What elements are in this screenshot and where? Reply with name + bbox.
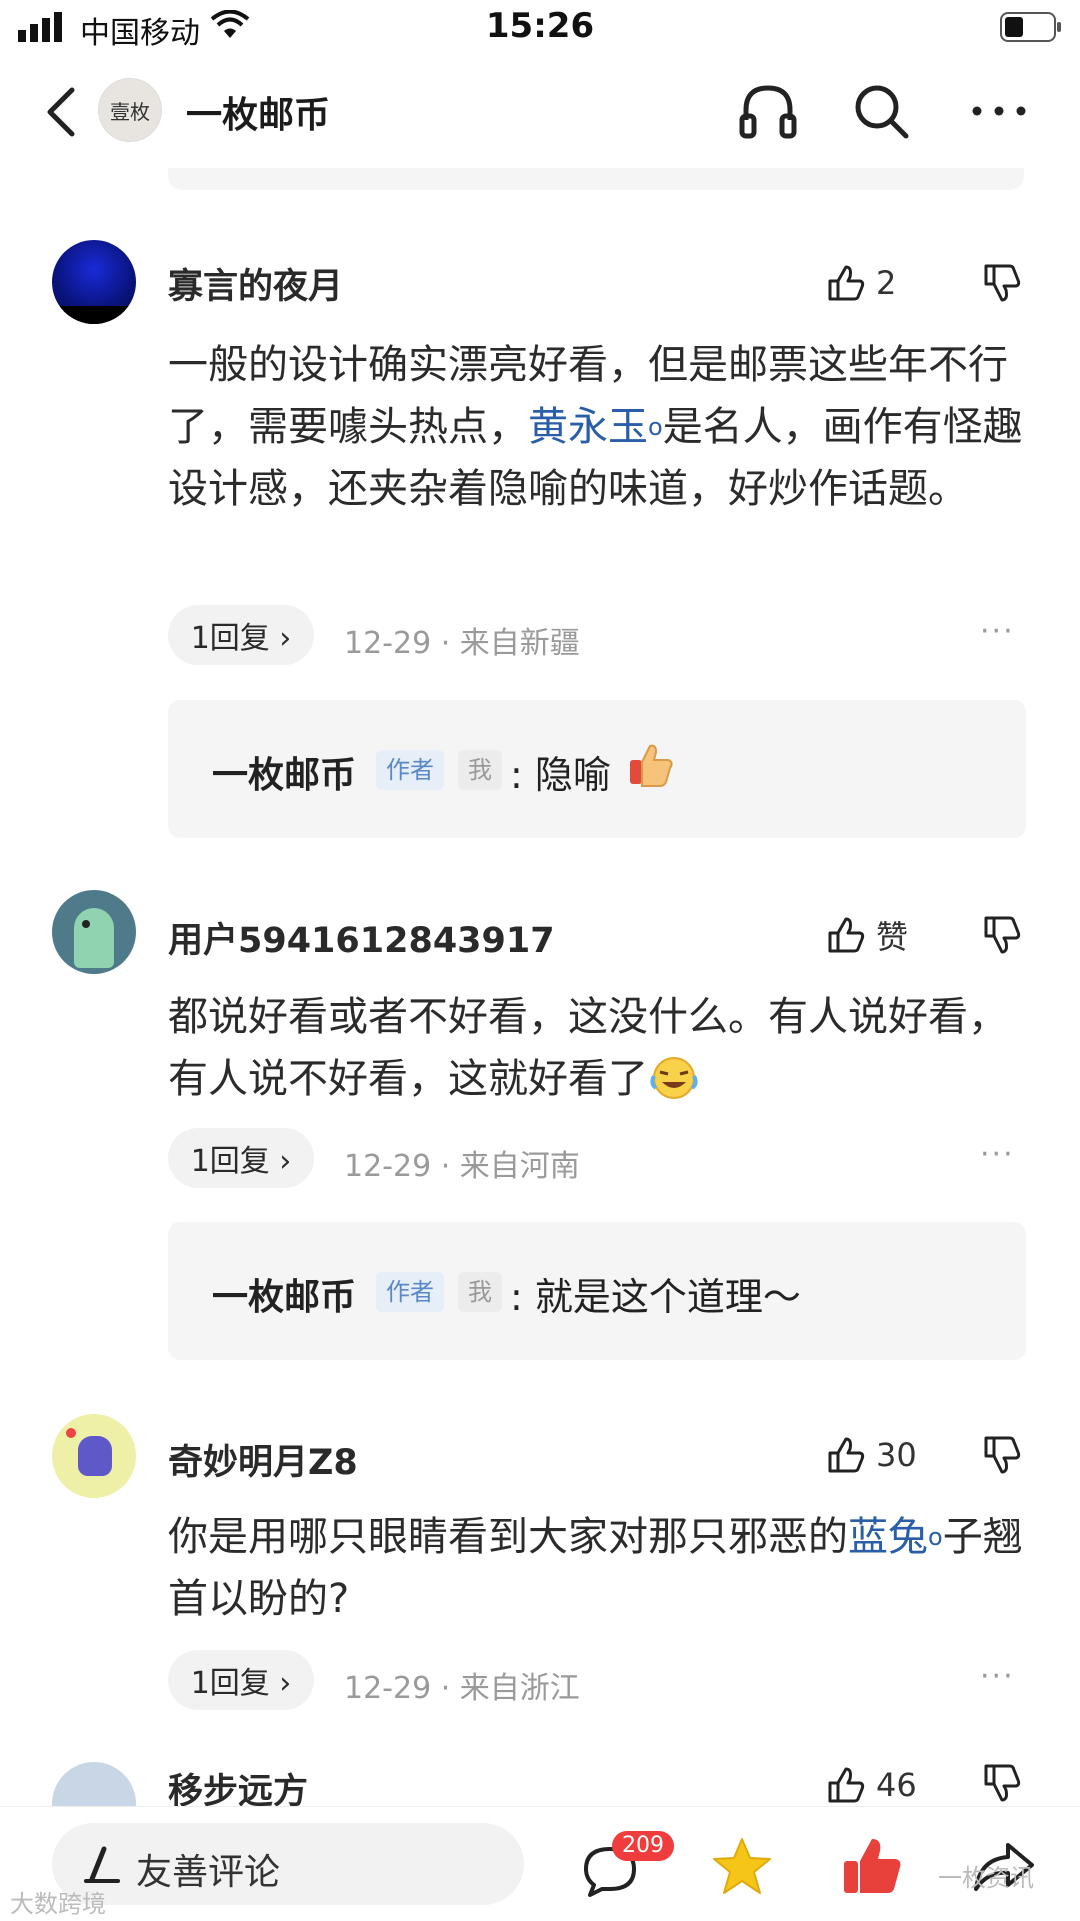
reply-username: 一枚邮币 [212, 1277, 357, 1318]
avatar[interactable] [52, 890, 136, 974]
watermark-right: 一枚资讯 [938, 1864, 1034, 1892]
reply-preview[interactable]: 一枚邮币 作者 我 : 就是这个道理～ [168, 1222, 1026, 1360]
back-icon[interactable] [42, 86, 78, 138]
like-icon[interactable] [842, 1835, 904, 1897]
comment-meta: 12-29 · 来自河南 [344, 1149, 580, 1184]
comment-meta: 12-29 · 来自新疆 [344, 626, 580, 661]
thumbs-down-icon[interactable] [982, 262, 1026, 306]
reply-preview[interactable]: 一枚邮币 作者 我 : 隐喻 [168, 700, 1026, 838]
like-button[interactable]: 46 [826, 1760, 936, 1810]
avatar[interactable] [52, 1414, 136, 1498]
account-avatar[interactable]: 壹枚 [98, 78, 162, 142]
comment-more-icon[interactable]: ··· [980, 614, 1015, 649]
like-button[interactable]: 30 [826, 1430, 936, 1480]
author-tag: 作者 [376, 750, 444, 790]
comment-text-part: 都说好看或者不好看，这没什么。有人说好看，有人说不好看，这就好看了 [168, 994, 1008, 1102]
clock: 15:26 [485, 6, 595, 46]
previous-card-edge [168, 168, 1024, 190]
status-bar: 中国移动 15:26 [0, 0, 1080, 56]
comment-username[interactable]: 用户5941612843917 [168, 912, 555, 963]
star-icon[interactable] [710, 1835, 774, 1897]
avatar[interactable] [52, 1762, 136, 1806]
like-button[interactable]: 赞 [826, 910, 936, 960]
headphones-icon[interactable] [738, 82, 798, 140]
comment-text: 都说好看或者不好看，这没什么。有人说好看，有人说不好看，这就好看了 [168, 986, 1028, 1110]
me-tag: 我 [458, 1272, 502, 1312]
reply-text: : 隐喻 [510, 753, 611, 797]
battery-icon [1000, 12, 1061, 42]
thumbs-up-icon [828, 265, 865, 301]
thumbs-down-icon[interactable] [982, 914, 1026, 958]
replies-button[interactable]: 1回复 › [168, 1650, 314, 1710]
thumbs-down-icon[interactable] [982, 1762, 1026, 1806]
comment-text: 一般的设计确实漂亮好看，但是邮票这些年不行了，需要噱头热点，黄永玉𝗈是名人，画作… [168, 334, 1028, 520]
reply-username: 一枚邮币 [212, 755, 357, 796]
avatar[interactable] [52, 240, 136, 324]
comment-username[interactable]: 寡言的夜月 [168, 258, 343, 309]
search-icon[interactable] [852, 82, 910, 140]
top-nav-bar: 壹枚 一枚邮币 [0, 60, 1080, 160]
watermark-left: 大数跨境 [10, 1890, 106, 1918]
entity-link-text: 蓝兔 [848, 1514, 928, 1560]
account-avatar-text: 壹枚 [110, 99, 150, 124]
search-icon: 𝗈 [928, 1523, 943, 1551]
thumbs-up-emoji-icon [630, 744, 673, 787]
entity-link[interactable]: 蓝兔𝗈 [848, 1514, 943, 1560]
comment-meta: 12-29 · 来自浙江 [344, 1671, 580, 1706]
thumbs-down-icon[interactable] [982, 1434, 1026, 1478]
pen-icon [84, 1846, 120, 1883]
me-tag: 我 [458, 750, 502, 790]
thumbs-up-icon [828, 1767, 865, 1803]
thumbs-up-icon [828, 917, 865, 953]
replies-button[interactable]: 1回复 › [168, 605, 314, 665]
comment-input-placeholder: 友善评论 [136, 1852, 281, 1893]
bottom-action-bar: 友善评论 209 [0, 1806, 1080, 1921]
comment-more-icon[interactable]: ··· [980, 1659, 1015, 1694]
replies-button[interactable]: 1回复 › [168, 1128, 314, 1188]
comment-text: 你是用哪只眼睛看到大家对那只邪恶的蓝兔𝗈子翘首以盼的? [168, 1506, 1028, 1630]
like-count: 赞 [876, 918, 909, 956]
comment-count-badge: 209 [612, 1831, 674, 1861]
comment-text-part: 你是用哪只眼睛看到大家对那只邪恶的 [168, 1514, 848, 1560]
reply-text: : 就是这个道理～ [510, 1275, 801, 1319]
comment-input[interactable]: 友善评论 [52, 1823, 524, 1905]
entity-link[interactable]: 黄永玉𝗈 [528, 404, 663, 450]
comment-username[interactable]: 奇妙明月Z8 [168, 1434, 358, 1485]
like-count: 30 [876, 1436, 917, 1474]
author-tag: 作者 [376, 1272, 444, 1312]
like-button[interactable]: 2 [826, 258, 936, 308]
more-icon[interactable] [970, 104, 1028, 118]
search-icon: 𝗈 [648, 413, 663, 441]
laughing-emoji-icon [650, 1057, 698, 1099]
comment-more-icon[interactable]: ··· [980, 1137, 1015, 1172]
like-count: 46 [876, 1766, 917, 1804]
entity-link-text: 黄永玉 [528, 404, 648, 450]
thumbs-up-icon [828, 1437, 865, 1473]
account-name[interactable]: 一枚邮币 [186, 86, 330, 138]
like-count: 2 [876, 264, 897, 302]
